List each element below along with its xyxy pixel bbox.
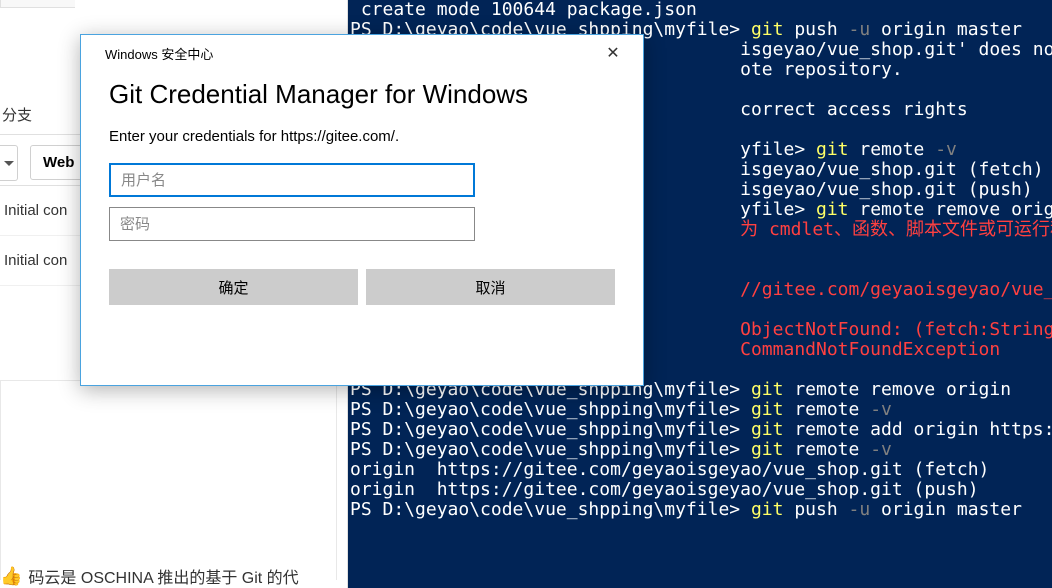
footer-text: 👍 码云是 OSCHINA 推出的基于 Git 的代 <box>0 562 299 588</box>
terminal-line: PS D:\geyao\code\vue_shpping\myfile> git… <box>350 500 1050 520</box>
credential-dialog: Windows 安全中心 ✕ Git Credential Manager fo… <box>80 34 644 386</box>
web-button-label: Web <box>43 154 74 171</box>
list-item-label: Initial con <box>4 252 67 269</box>
ok-button[interactable]: 确定 <box>109 269 358 305</box>
terminal-line: create mode 100644 package.json <box>350 0 1050 20</box>
terminal-line: PS D:\geyao\code\vue_shpping\myfile> git… <box>350 440 1050 460</box>
ok-button-label: 确定 <box>218 280 248 297</box>
username-input[interactable] <box>109 163 475 197</box>
close-button[interactable]: ✕ <box>599 39 627 67</box>
dialog-titlebar: Windows 安全中心 ✕ <box>81 35 643 71</box>
branch-label: 分支 <box>0 104 32 125</box>
footer-label: 码云是 OSCHINA 推出的基于 Git 的代 <box>28 564 298 588</box>
terminal-line: origin https://gitee.com/geyaoisgeyao/vu… <box>350 460 1050 480</box>
top-tab-fragment <box>0 0 75 8</box>
web-button[interactable]: Web <box>30 145 87 180</box>
thumbs-up-icon: 👍 <box>0 566 22 587</box>
dialog-title: Windows 安全中心 <box>105 44 213 63</box>
cancel-button[interactable]: 取消 <box>366 269 615 305</box>
terminal-line: PS D:\geyao\code\vue_shpping\myfile> git… <box>350 400 1050 420</box>
dialog-heading: Git Credential Manager for Windows <box>81 71 643 128</box>
terminal-line: PS D:\geyao\code\vue_shpping\myfile> git… <box>350 420 1050 440</box>
empty-panel <box>0 380 337 580</box>
dialog-subtext: Enter your credentials for https://gitee… <box>81 128 643 163</box>
dropdown-toggle[interactable] <box>0 145 18 181</box>
list-item-label: Initial con <box>4 202 67 219</box>
terminal-line: origin https://gitee.com/geyaoisgeyao/vu… <box>350 480 1050 500</box>
password-input[interactable] <box>109 207 475 241</box>
close-icon: ✕ <box>606 43 619 63</box>
cancel-button-label: 取消 <box>475 280 505 297</box>
